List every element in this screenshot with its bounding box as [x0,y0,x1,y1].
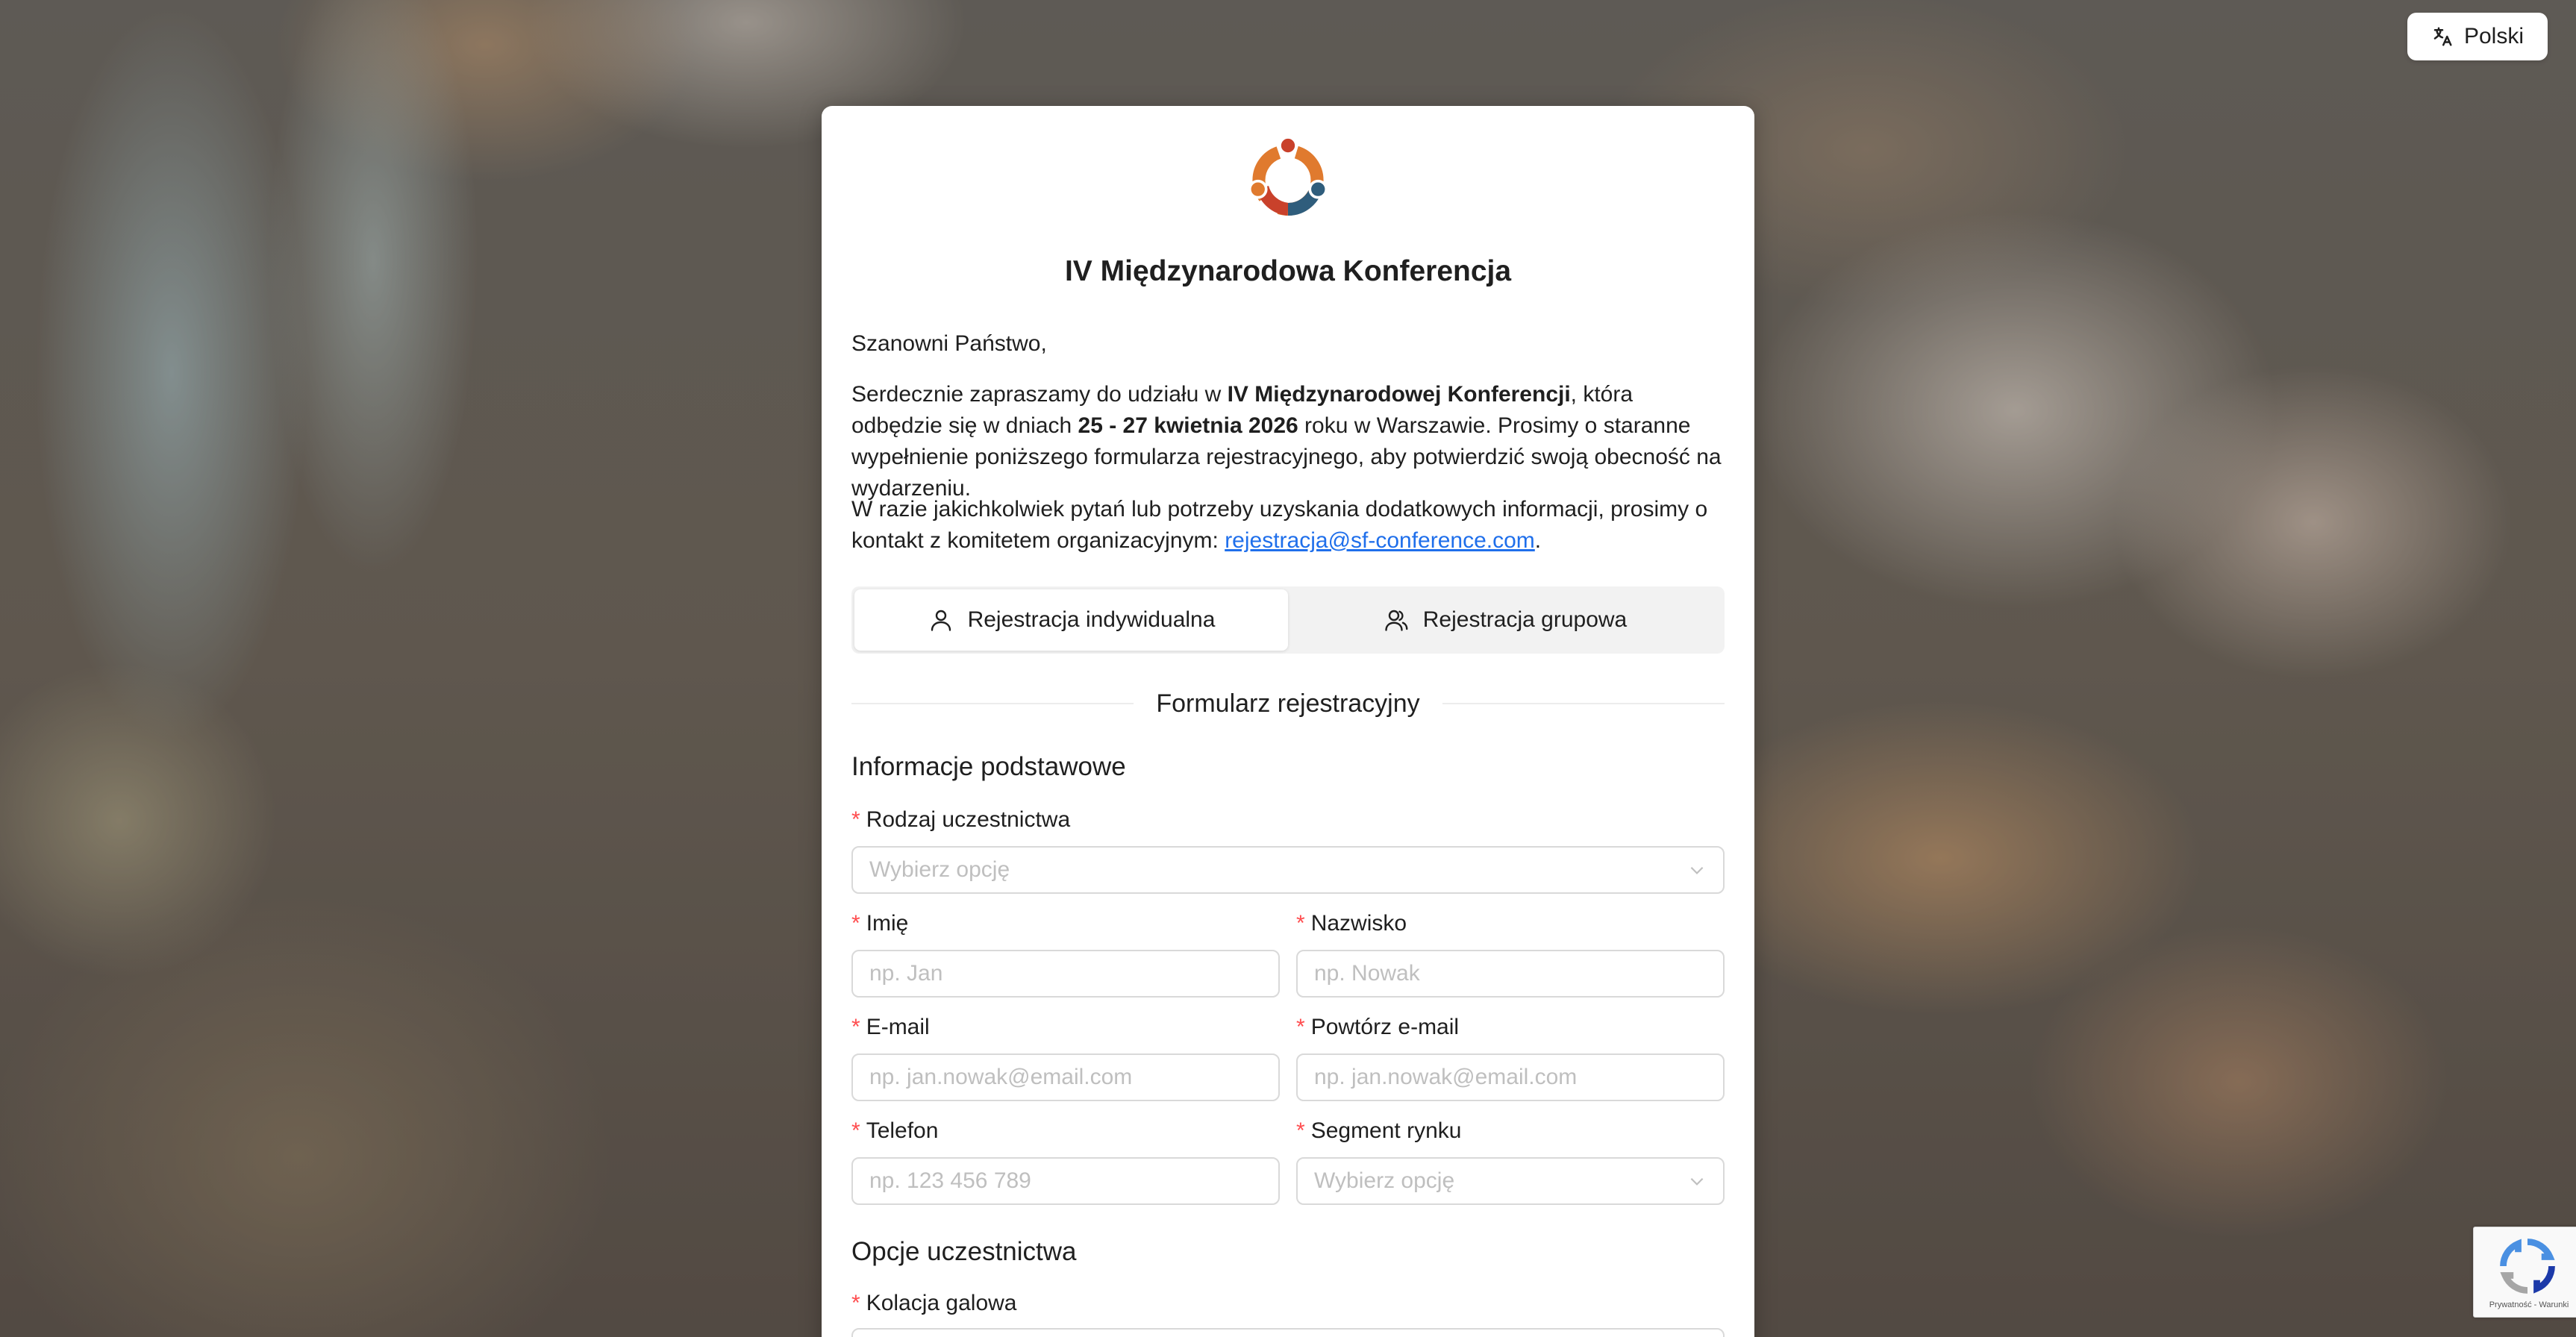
segment-label: * Segment rynku [1296,1118,1462,1143]
form-title-divider: Formularz rejestracyjny [851,685,1725,722]
section-participation-options: Opcje uczestnictwa [851,1237,1077,1266]
email-label: * E-mail [851,1015,930,1039]
email-repeat-label: * Powtórz e-mail [1296,1015,1460,1039]
last-name-label: * Nazwisko [1296,911,1407,936]
translate-icon [2433,27,2452,46]
participation-label: * Rodzaj uczestnictwa [851,807,1071,832]
tab-group-label: Rejestracja grupowa [1422,607,1628,632]
tab-individual[interactable]: Rejestracja indywidualna [854,589,1288,651]
first-name-input[interactable] [851,950,1280,998]
gala-dinner-label: * Kolacja galowa [851,1291,1017,1315]
email-input[interactable] [851,1053,1280,1101]
tab-individual-label: Rejestracja indywidualna [967,607,1216,632]
contact-email-link[interactable]: rejestracja@sf-conference.com [1225,528,1535,553]
divider-line [851,703,1134,704]
chevron-down-icon [1690,866,1704,874]
user-icon [931,610,951,631]
segment-select[interactable]: Wybierz opcję [1296,1157,1725,1205]
contact-paragraph: W razie jakichkolwiek pytań lub potrzeby… [851,497,1708,553]
divider-line [1442,703,1725,704]
intro-paragraph: Serdecznie zapraszamy do udziału w IV Mi… [851,382,1722,501]
email-repeat-input[interactable] [1296,1053,1725,1101]
registration-type-tabs: Rejestracja indywidualna Rejestracja gru… [851,586,1725,654]
form-title: Formularz rejestracyjny [1156,689,1420,718]
chevron-down-icon [1690,1177,1704,1186]
recaptcha-badge[interactable]: Prywatność - Warunki [2473,1227,2576,1318]
recaptcha-icon [2500,1239,2555,1294]
greeting-text: Szanowni Państwo, [851,331,1047,356]
last-name-input[interactable] [1296,950,1725,998]
participation-select[interactable]: Wybierz opcję [851,846,1725,894]
phone-label: * Telefon [851,1118,939,1143]
tab-group[interactable]: Rejestracja grupowa [1288,589,1722,651]
users-icon [1385,610,1408,631]
conference-title: IV Międzynarodowa Konferencja [1064,255,1512,287]
language-button[interactable]: Polski [2407,13,2548,60]
section-basic-info: Informacje podstawowe [851,752,1126,781]
first-name-label: * Imię [851,911,909,936]
recaptcha-text: Prywatność - Warunki [2489,1300,2569,1309]
language-label: Polski [2463,24,2525,48]
registration-card: IV Międzynarodowa Konferencja Szanowni P… [822,106,1754,1337]
phone-input[interactable] [851,1157,1280,1205]
conference-logo [1248,136,1328,216]
gala-dinner-select[interactable] [851,1328,1725,1337]
